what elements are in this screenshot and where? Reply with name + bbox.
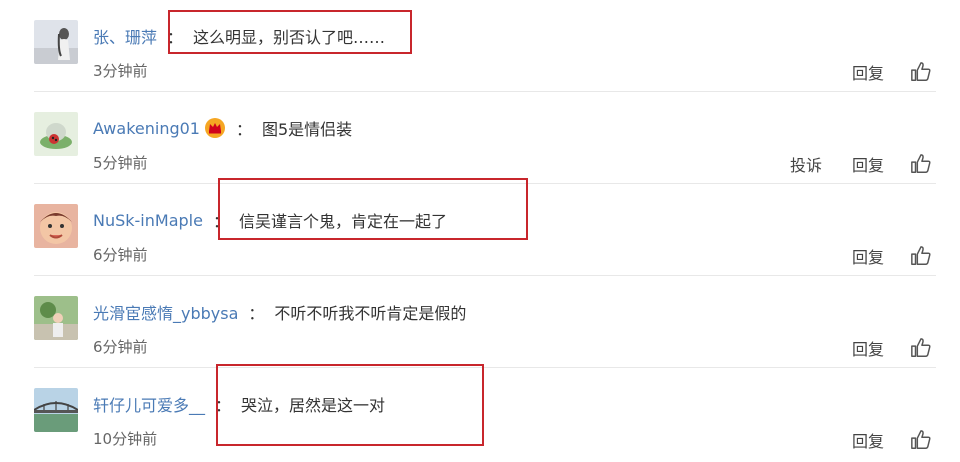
thumbs-up-icon[interactable] [910, 61, 932, 83]
timestamp: 3分钟前 [93, 62, 148, 80]
username-link[interactable]: 轩仔儿可爱多__ [93, 392, 205, 416]
timestamp: 6分钟前 [93, 246, 148, 264]
avatar-girl-icon [34, 20, 78, 64]
thumbs-up-icon[interactable] [910, 429, 932, 451]
comment-actions: 投诉 回复 [760, 150, 932, 178]
thumbs-up-icon[interactable] [910, 153, 932, 175]
colon: ： [248, 304, 265, 323]
comment-actions: 回复 [822, 242, 932, 270]
reply-button[interactable]: 回复 [852, 60, 884, 84]
comment-actions: 回复 [822, 426, 932, 454]
colon: ： [235, 120, 252, 139]
username-link[interactable]: Awakening01 [93, 119, 200, 138]
comment-item: 轩仔儿可爱多__ ： 哭泣，居然是这一对 10分钟前 回复 [0, 368, 960, 462]
comment-text: 不听不听我不听肯定是假的 [274, 304, 467, 323]
timestamp: 5分钟前 [93, 154, 148, 172]
comment-line: 张、珊萍 ： 这么明显，别否认了吧…… [93, 22, 385, 50]
reply-button[interactable]: 回复 [852, 244, 884, 268]
avatar-bridge-icon [34, 388, 78, 432]
reply-button[interactable]: 回复 [852, 336, 884, 360]
comment-item: NuSk-inMaple ： 信吴谨言个鬼，肯定在一起了 6分钟前 回复 [0, 184, 960, 276]
username-link[interactable]: 光滑宦感惰_ybbysa [93, 300, 238, 324]
comment-item: Awakening01 ： 图5是情侣装 5分钟前 投诉 回复 [0, 92, 960, 184]
avatar[interactable] [34, 296, 78, 340]
comment-text: 信吴谨言个鬼，肯定在一起了 [238, 212, 447, 231]
reply-button[interactable]: 回复 [852, 428, 884, 452]
comment-text: 这么明显，别否认了吧…… [193, 28, 386, 47]
comment-text: 图5是情侣装 [261, 120, 353, 139]
thumbs-up-icon[interactable] [910, 337, 932, 359]
comment-line: Awakening01 ： 图5是情侣装 [93, 114, 352, 142]
comment-line: 轩仔儿可爱多__ ： 哭泣，居然是这一对 [93, 390, 385, 418]
avatar[interactable] [34, 204, 78, 248]
username-link[interactable]: 张、珊萍 [93, 24, 157, 48]
comment-line: NuSk-inMaple ： 信吴谨言个鬼，肯定在一起了 [93, 206, 447, 234]
avatar-baby-icon [34, 204, 78, 248]
comment-actions: 回复 [822, 58, 932, 86]
avatar[interactable] [34, 20, 78, 64]
avatar[interactable] [34, 112, 78, 156]
comment-text: 哭泣，居然是这一对 [241, 396, 386, 415]
report-button[interactable]: 投诉 [790, 152, 822, 176]
comment-item: 光滑宦感惰_ybbysa ： 不听不听我不听肯定是假的 6分钟前 回复 [0, 276, 960, 368]
comment-item: 张、珊萍 ： 这么明显，别否认了吧…… 3分钟前 回复 [0, 0, 960, 92]
colon: ： [215, 396, 232, 415]
timestamp: 10分钟前 [93, 430, 158, 448]
avatar-ladybug-icon [34, 112, 78, 156]
crown-badge-icon [204, 118, 225, 138]
thumbs-up-icon[interactable] [910, 245, 932, 267]
colon: ： [212, 212, 229, 231]
timestamp: 6分钟前 [93, 338, 148, 356]
reply-button[interactable]: 回复 [852, 152, 884, 176]
comment-actions: 回复 [822, 334, 932, 362]
colon: ： [167, 28, 184, 47]
username-link[interactable]: NuSk-inMaple [93, 211, 203, 230]
avatar-photo-icon [34, 296, 78, 340]
comment-line: 光滑宦感惰_ybbysa ： 不听不听我不听肯定是假的 [93, 298, 466, 326]
avatar[interactable] [34, 388, 78, 432]
